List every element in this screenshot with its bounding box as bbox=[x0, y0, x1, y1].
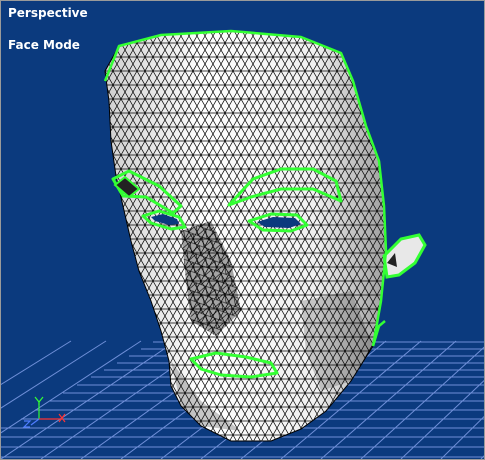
ear-mesh[interactable] bbox=[382, 233, 427, 279]
3d-scene[interactable] bbox=[1, 1, 484, 459]
perspective-viewport[interactable]: Perspective Face Mode bbox=[0, 0, 485, 460]
view-label[interactable]: Perspective bbox=[8, 6, 88, 20]
face-mesh[interactable] bbox=[104, 30, 387, 442]
mode-label: Face Mode bbox=[8, 38, 80, 52]
